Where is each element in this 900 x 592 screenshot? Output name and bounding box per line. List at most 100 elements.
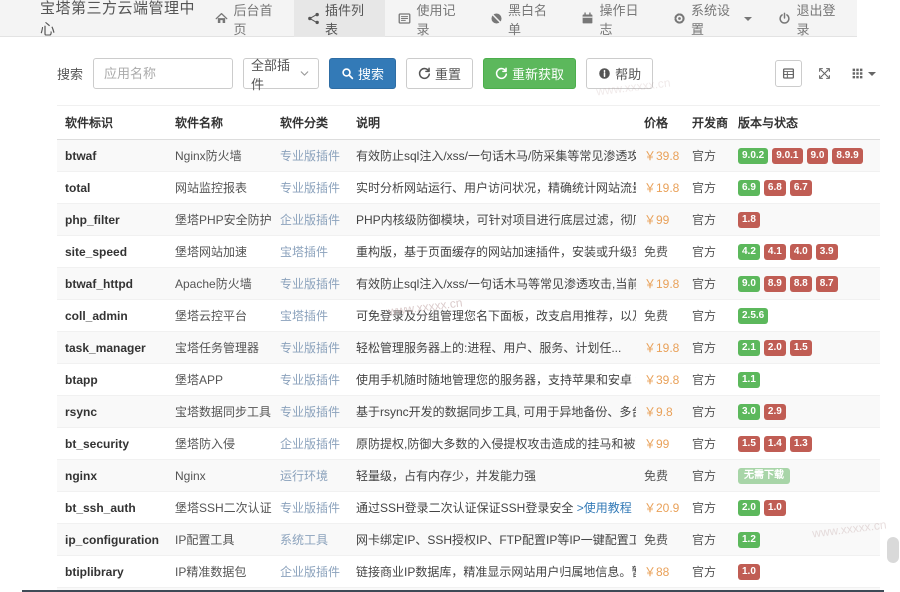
version-badge[interactable]: 6.9 [738,180,760,196]
version-badge[interactable]: 6.7 [790,180,812,196]
version-badge[interactable]: 1.0 [764,500,786,516]
version-badge[interactable]: 3.0 [738,404,760,420]
category-link[interactable]: 专业版插件 [280,277,340,291]
plugin-description: 网卡绑定IP、SSH授权IP、FTP配置IP等IP一键配置工具,... [348,524,636,556]
version-badge[interactable]: 9.0 [807,148,829,164]
version-badge[interactable]: 4.1 [764,244,786,260]
plugin-id: bt_security [57,428,167,460]
plugin-vendor: 官方 [684,460,730,492]
nav-item-label: 后台首页 [233,0,281,38]
nav-item-calendar[interactable]: 操作日志 [568,0,660,37]
nav-item-home[interactable]: 后台首页 [202,0,294,37]
version-badge[interactable]: 2.5.6 [738,308,768,324]
help-button[interactable]: 帮助 [586,58,653,89]
category-filter-select[interactable]: 全部插件 [243,58,319,89]
version-badge[interactable]: 1.5 [790,340,812,356]
version-badge[interactable]: 4.0 [790,244,812,260]
nav-item-plugins[interactable]: 插件列表 [294,0,386,37]
category-link[interactable]: 企业版插件 [280,437,340,451]
plugin-name: 堡塔网站加速 [167,236,272,268]
plugin-versions: 9.08.98.88.7 [730,268,880,300]
category-link[interactable]: 系统工具 [280,533,328,547]
column-header: 说明 [348,106,636,140]
main-nav: 后台首页插件列表使用记录黑白名单操作日志系统设置退出登录 [202,0,857,36]
version-badge[interactable]: 9.0 [738,276,760,292]
version-badge[interactable]: 1.1 [738,372,760,388]
table-row: btapp堡塔APP专业版插件使用手机随时随地管理您的服务器，支持苹果和安卓 >… [57,364,880,396]
version-badge[interactable]: 1.4 [764,436,786,452]
caret-down-icon [744,17,752,21]
category-link[interactable]: 专业版插件 [280,405,340,419]
plugin-name: 宝塔任务管理器 [167,332,272,364]
version-badge[interactable]: 9.0.2 [738,148,768,164]
plugin-price: ￥39.8 [636,140,684,172]
category-link[interactable]: 企业版插件 [280,213,340,227]
version-badge[interactable]: 1.0 [738,564,760,580]
version-badge[interactable]: 2.0 [764,340,786,356]
version-badge[interactable]: 无需下载 [738,468,790,484]
description-link[interactable]: > 组... [635,373,636,387]
plugin-id: btiplibrary [57,556,167,588]
plugin-vendor: 官方 [684,492,730,524]
version-badge[interactable]: 9.0.1 [772,148,802,164]
table-view-button[interactable] [775,60,802,87]
nav-item-label: 黑白名单 [508,0,556,38]
plugin-id: site_speed [57,236,167,268]
category-link[interactable]: 专业版插件 [280,181,340,195]
version-badge[interactable]: 8.9.9 [832,148,862,164]
version-badge[interactable]: 8.7 [816,276,838,292]
reset-button[interactable]: 重置 [406,58,473,89]
category-link[interactable]: 专业版插件 [280,501,340,515]
version-badge[interactable]: 2.1 [738,340,760,356]
table-row: nginxNginx运行环境轻量级，占有内存少，并发能力强免费官方无需下载 [57,460,880,492]
plugin-versions: 1.51.41.3 [730,428,880,460]
version-badge[interactable]: 3.9 [816,244,838,260]
version-badge[interactable]: 1.5 [738,436,760,452]
version-badge[interactable]: 1.3 [790,436,812,452]
category-link[interactable]: 专业版插件 [280,341,340,355]
category-link[interactable]: 宝塔插件 [280,309,328,323]
category-link[interactable]: 专业版插件 [280,373,340,387]
content: 搜索 全部插件 搜索 重置 重新获取 帮助 [0,37,900,592]
scrollbar-thumb[interactable] [887,537,899,563]
plugin-price: 免费 [636,236,684,268]
description-link[interactable]: >使用教程 [577,501,632,515]
version-badge[interactable]: 1.8 [738,212,760,228]
search-input[interactable] [93,58,233,89]
refetch-button[interactable]: 重新获取 [483,58,576,89]
version-badge[interactable]: 6.8 [764,180,786,196]
plugin-versions: 1.1 [730,364,880,396]
plugin-description: 重构版，基于页面缓存的网站加速插件，安装或升级到此... [348,236,636,268]
table-row: btwaf_httpdApache防火墙专业版插件有效防止sql注入/xss/一… [57,268,880,300]
columns-button[interactable] [847,63,880,84]
version-badge[interactable]: 2.0 [738,500,760,516]
category-link[interactable]: 宝塔插件 [280,245,328,259]
nav-item-power[interactable]: 退出登录 [765,0,857,37]
plugin-versions: 6.96.86.7 [730,172,880,204]
plugin-vendor: 官方 [684,364,730,396]
version-badge[interactable]: 4.2 [738,244,760,260]
nav-item-gear[interactable]: 系统设置 [660,0,766,37]
plugin-vendor: 官方 [684,524,730,556]
table-row: btwafNginx防火墙专业版插件有效防止sql注入/xss/一句话木马/防采… [57,140,880,172]
category-link[interactable]: 专业版插件 [280,149,340,163]
home-icon [215,12,228,25]
version-badge[interactable]: 8.8 [790,276,812,292]
search-button[interactable]: 搜索 [329,58,396,89]
version-badge[interactable]: 8.9 [764,276,786,292]
plugin-description: 有效防止sql注入/xss/一句话木马/防采集等常见渗透攻击... [348,140,636,172]
table-row: rsync宝塔数据同步工具专业版插件基于rsync开发的数据同步工具, 可用于异… [57,396,880,428]
plugin-name: Apache防火墙 [167,268,272,300]
nav-item-ban[interactable]: 黑白名单 [477,0,569,37]
fullscreen-button[interactable] [814,63,835,84]
plugin-id: coll_admin [57,300,167,332]
category-link[interactable]: 运行环境 [280,469,328,483]
plugin-price: 免费 [636,524,684,556]
category-link[interactable]: 企业版插件 [280,565,340,579]
nav-item-records[interactable]: 使用记录 [385,0,477,37]
version-badge[interactable]: 2.9 [764,404,786,420]
plugin-vendor: 官方 [684,172,730,204]
plugin-vendor: 官方 [684,332,730,364]
plugin-id: btwaf_httpd [57,268,167,300]
version-badge[interactable]: 1.2 [738,532,760,548]
